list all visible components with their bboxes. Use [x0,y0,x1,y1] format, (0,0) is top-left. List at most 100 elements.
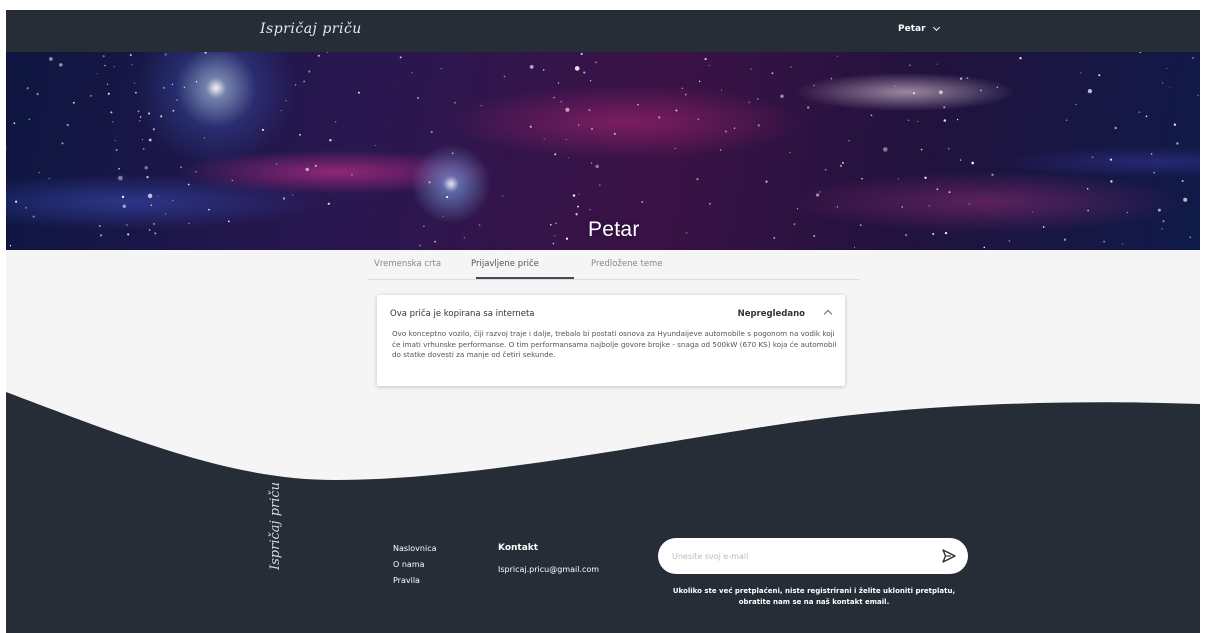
star [824,168,827,171]
site-logo[interactable]: Ispričaj priču [260,21,362,37]
star [131,63,133,66]
star [157,195,159,197]
star [960,77,963,80]
star [675,109,678,112]
star [1109,158,1113,161]
star [442,215,444,217]
star [938,90,943,95]
star [658,116,661,119]
star [983,246,986,249]
star [480,105,482,107]
star [894,85,896,87]
star [142,148,145,150]
star [1153,171,1155,174]
star [637,104,639,106]
star [681,87,684,89]
footer-logo[interactable]: Ispričaj priču [268,482,283,570]
star [446,196,449,199]
star [917,120,919,123]
star [15,200,18,203]
star [1161,82,1164,84]
star [38,171,40,174]
star [708,202,711,205]
star [1086,188,1089,190]
star [1157,208,1161,212]
star [110,111,113,114]
star [590,162,593,164]
star [454,102,456,104]
chevron-up-icon[interactable] [823,309,833,319]
star [1087,88,1093,94]
star [261,128,264,131]
star [696,177,699,181]
star [463,236,466,239]
footer-link-about[interactable]: O nama [393,557,437,573]
star [909,64,911,66]
star [106,83,109,85]
star [613,132,616,135]
subscribe-note: Ukoliko ste već pretplaćeni, niste regis… [672,587,956,606]
star [704,58,707,61]
subscribe-email-input[interactable] [672,548,922,564]
star [1008,240,1011,242]
star [148,229,151,231]
star [1121,243,1124,245]
star [565,138,567,140]
star [59,63,63,67]
tab-reported-stories[interactable]: Prijavljene priče [471,259,539,269]
star [557,82,560,84]
report-card[interactable]: Ova priča je kopirana sa interneta Nepre… [377,295,845,386]
star [276,163,278,165]
star [285,100,287,102]
star [947,147,950,150]
footer [6,480,1200,633]
star [150,204,153,206]
star [48,177,50,180]
contact-heading: Kontakt [498,543,539,553]
star [948,191,951,194]
star [807,106,810,109]
star [554,153,557,156]
star [126,224,128,226]
star [870,114,873,117]
star [897,178,899,180]
footer-link-home[interactable]: Naslovnica [393,541,437,557]
star [280,110,282,112]
star [905,234,908,237]
star [374,144,376,147]
user-menu[interactable]: Petar [898,23,940,34]
profile-tabs: Vremenska crta Prijavljene priče Predlož… [368,250,860,280]
star [187,183,190,186]
star [112,121,114,123]
star [765,180,768,183]
star [685,232,688,234]
user-menu-name: Petar [898,24,926,34]
star [1114,126,1117,130]
star [936,188,939,191]
star [577,124,580,126]
star [936,63,938,65]
star [549,223,552,226]
contact-email[interactable]: Ispricaj.pricu@gmail.com [498,565,599,574]
footer-link-rules[interactable]: Pravila [393,573,437,589]
star [552,242,555,245]
star [698,80,701,82]
send-icon[interactable] [942,549,956,563]
tab-timeline[interactable]: Vremenska crta [374,259,441,269]
profile-hero-banner: Petar [6,52,1200,250]
star [836,55,838,57]
star [127,233,130,236]
star [750,68,752,70]
tab-suggested-topics[interactable]: Predložene teme [591,259,663,269]
star [756,97,759,100]
subscribe-form [658,538,968,574]
star [102,55,105,58]
star [529,125,532,128]
star [115,149,118,151]
star [733,127,736,129]
top-navbar: Ispričaj priču Petar [6,10,1200,52]
star [137,110,140,113]
star [411,72,413,74]
star [943,119,947,122]
star [298,133,301,136]
